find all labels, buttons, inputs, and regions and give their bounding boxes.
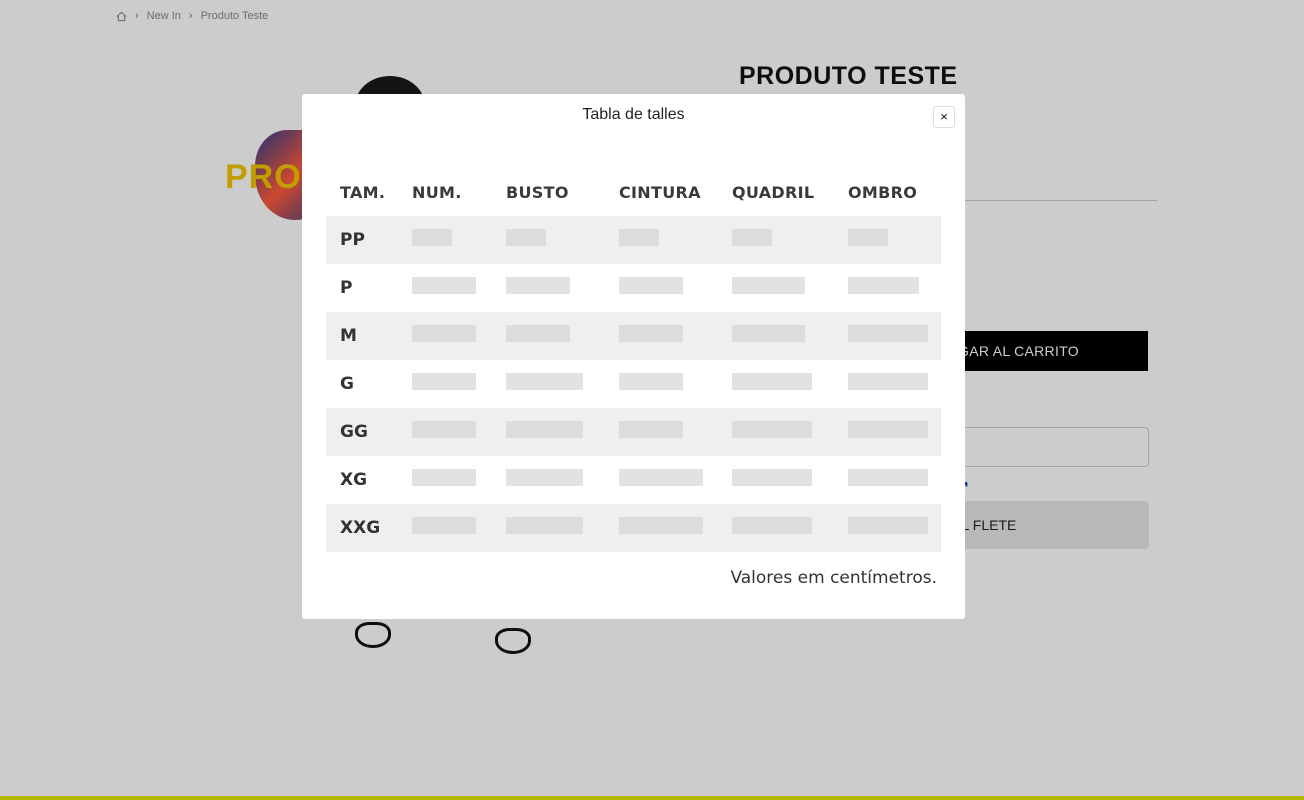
blurred-value — [412, 325, 476, 342]
close-button[interactable]: × — [933, 106, 955, 128]
blurred-value — [506, 325, 570, 342]
blurred-value — [506, 421, 583, 438]
blurred-value — [732, 421, 812, 438]
blurred-value — [848, 517, 928, 534]
column-header: OMBRO — [848, 182, 918, 202]
size-label: M — [326, 312, 398, 360]
blurred-value — [619, 517, 703, 534]
blurred-value — [412, 421, 476, 438]
column-header: TAM. — [340, 182, 386, 202]
modal-title: Tabla de talles — [582, 106, 685, 123]
blurred-value — [732, 229, 772, 246]
blurred-value — [619, 421, 683, 438]
blurred-value — [848, 277, 919, 294]
size-label: G — [340, 374, 354, 394]
blurred-value — [848, 229, 888, 246]
table-row: PP — [326, 216, 941, 264]
blurred-value — [848, 325, 928, 342]
table-row: GG — [326, 408, 941, 456]
blurred-value — [732, 277, 805, 294]
size-label: XXG — [326, 504, 398, 552]
column-header: NUM. — [412, 182, 462, 202]
table-row: M — [326, 312, 941, 360]
table-row: G — [326, 360, 941, 408]
size-chart-modal: Tabla de talles × TAM. NUM. BUSTO CINTUR… — [302, 94, 965, 619]
size-label: XG — [340, 470, 368, 490]
blurred-value — [412, 373, 476, 390]
column-header: CINTURA — [619, 182, 701, 202]
table-row: P — [326, 264, 941, 312]
size-label: GG — [326, 408, 398, 456]
table-row: XXG — [326, 504, 941, 552]
blurred-value — [619, 325, 683, 342]
table-row: XG — [326, 456, 941, 504]
column-header: QUADRIL — [732, 182, 815, 202]
blurred-value — [412, 517, 476, 534]
blurred-value — [619, 469, 703, 486]
blurred-value — [506, 469, 583, 486]
blurred-value — [848, 421, 928, 438]
blurred-value — [732, 373, 812, 390]
blurred-value — [848, 469, 928, 486]
blurred-value — [412, 469, 476, 486]
blurred-value — [412, 277, 476, 294]
size-chart-table: TAM. NUM. BUSTO CINTURA QUADRIL OMBRO PP… — [326, 168, 941, 552]
blurred-value — [412, 229, 452, 246]
blurred-value — [619, 373, 683, 390]
blurred-value — [506, 373, 583, 390]
blurred-value — [506, 277, 570, 294]
blurred-value — [732, 325, 805, 342]
column-header: BUSTO — [506, 182, 569, 202]
blurred-value — [732, 469, 812, 486]
blurred-value — [506, 517, 583, 534]
blurred-value — [732, 517, 812, 534]
blurred-value — [619, 277, 683, 294]
blurred-value — [619, 229, 659, 246]
blurred-value — [506, 229, 546, 246]
blurred-value — [848, 373, 928, 390]
units-note: Valores em centímetros. — [730, 568, 937, 588]
size-label: PP — [326, 216, 398, 264]
size-label: P — [340, 278, 353, 298]
